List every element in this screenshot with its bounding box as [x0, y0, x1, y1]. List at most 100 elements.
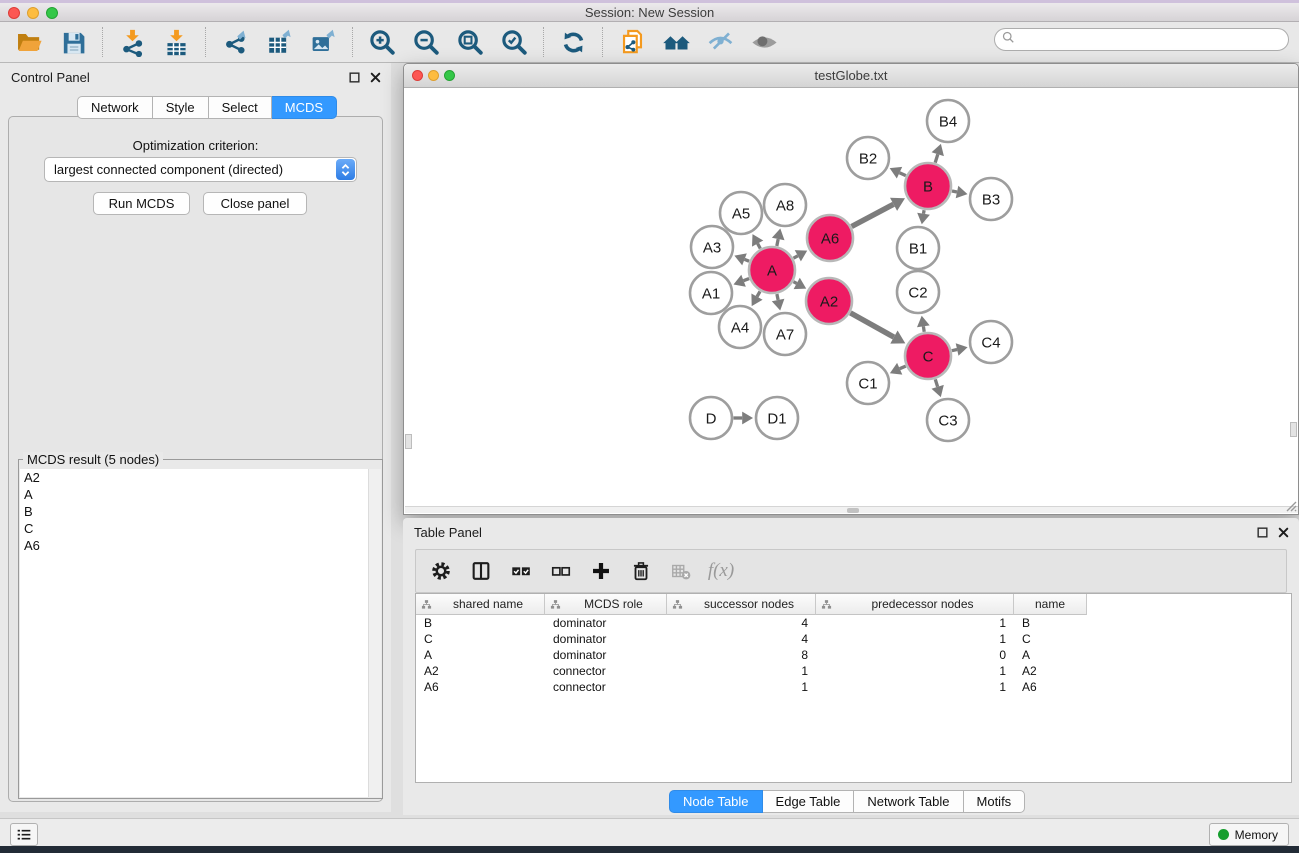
mcds-result-item[interactable]: A2: [20, 469, 381, 486]
mcds-result-item[interactable]: A6: [20, 537, 381, 554]
column-header-shared-name[interactable]: shared name: [416, 594, 545, 615]
zoom-selected-icon[interactable]: [497, 26, 531, 58]
export-table-icon[interactable]: [262, 26, 296, 58]
column-header-name[interactable]: name: [1014, 594, 1087, 615]
home-icon[interactable]: [659, 26, 693, 58]
graph-edge[interactable]: [794, 256, 798, 258]
graph-edge[interactable]: [757, 291, 760, 296]
hide-panels-icon[interactable]: [703, 26, 737, 58]
deselect-all-icon[interactable]: [548, 558, 574, 584]
column-header-MCDS-role[interactable]: MCDS role: [545, 594, 667, 615]
open-file-icon[interactable]: [12, 26, 46, 58]
criterion-select[interactable]: largest connected component (directed): [44, 157, 357, 182]
graph-node[interactable]: B3: [970, 178, 1012, 220]
zoom-out-icon[interactable]: [409, 26, 443, 58]
mcds-result-item[interactable]: A: [20, 486, 381, 503]
tab-edge-table[interactable]: Edge Table: [763, 790, 855, 813]
delete-icon[interactable]: [628, 558, 654, 584]
graph-edge[interactable]: [952, 350, 957, 351]
graph-edge[interactable]: [794, 282, 797, 284]
graph-node[interactable]: A7: [764, 313, 806, 355]
graph-edge[interactable]: [852, 204, 894, 226]
graph-edge[interactable]: [935, 154, 938, 162]
gear-icon[interactable]: [428, 558, 454, 584]
graph-node[interactable]: A3: [691, 226, 733, 268]
select-all-icon[interactable]: [508, 558, 534, 584]
export-network-icon[interactable]: [218, 26, 252, 58]
tab-network[interactable]: Network: [77, 96, 153, 119]
right-splitter-handle[interactable]: [1290, 422, 1297, 437]
import-table-icon[interactable]: [159, 26, 193, 58]
tab-network-table[interactable]: Network Table: [854, 790, 963, 813]
graph-edge[interactable]: [777, 294, 778, 300]
graph-edge[interactable]: [745, 259, 750, 261]
column-header-predecessor-nodes[interactable]: predecessor nodes: [816, 594, 1014, 615]
graph-node[interactable]: A: [749, 247, 795, 293]
graph-node[interactable]: C1: [847, 362, 889, 404]
tab-select[interactable]: Select: [209, 96, 272, 119]
horizontal-scrollbar[interactable]: [405, 506, 1298, 513]
show-panels-icon[interactable]: [747, 26, 781, 58]
graph-edge[interactable]: [900, 366, 906, 369]
add-column-icon[interactable]: [588, 558, 614, 584]
export-image-icon[interactable]: [306, 26, 340, 58]
tab-mcds[interactable]: MCDS: [272, 96, 337, 119]
mcds-result-item[interactable]: C: [20, 520, 381, 537]
graph-node[interactable]: C3: [927, 399, 969, 441]
columns-icon[interactable]: [468, 558, 494, 584]
column-header-successor-nodes[interactable]: successor nodes: [667, 594, 816, 615]
graph-node[interactable]: D: [690, 397, 732, 439]
zoom-in-icon[interactable]: [365, 26, 399, 58]
graph-edge[interactable]: [935, 379, 937, 386]
table-row[interactable]: Bdominator41B: [416, 615, 1291, 631]
graph-edge[interactable]: [777, 239, 778, 246]
float-table-panel-icon[interactable]: [1256, 526, 1269, 539]
task-history-button[interactable]: [10, 823, 38, 846]
graph-edge[interactable]: [923, 326, 924, 332]
graph-node[interactable]: A4: [719, 306, 761, 348]
close-panel-icon[interactable]: [369, 71, 382, 84]
mcds-result-item[interactable]: B: [20, 503, 381, 520]
graph-node[interactable]: A8: [764, 184, 806, 226]
network-clipboard-icon[interactable]: [615, 26, 649, 58]
close-table-panel-icon[interactable]: [1277, 526, 1290, 539]
graph-edge[interactable]: [900, 173, 906, 176]
search-field[interactable]: [994, 28, 1289, 51]
tab-style[interactable]: Style: [153, 96, 209, 119]
save-session-icon[interactable]: [56, 26, 90, 58]
graph-node[interactable]: A5: [720, 192, 762, 234]
search-input[interactable]: [1016, 29, 1288, 50]
graph-edge[interactable]: [744, 279, 750, 281]
float-panel-icon[interactable]: [348, 71, 361, 84]
tab-motifs[interactable]: Motifs: [964, 790, 1026, 813]
graph-node[interactable]: C: [905, 333, 951, 379]
resize-grip-icon[interactable]: [1284, 499, 1297, 512]
result-scrollbar[interactable]: [368, 469, 381, 797]
table-row[interactable]: A2connector11A2: [416, 663, 1291, 679]
run-mcds-button[interactable]: Run MCDS: [93, 192, 190, 215]
graph-node[interactable]: A1: [690, 272, 732, 314]
zoom-fit-icon[interactable]: [453, 26, 487, 58]
graph-node[interactable]: C4: [970, 321, 1012, 363]
horizontal-scrollbar-thumb[interactable]: [847, 508, 859, 513]
graph-node[interactable]: A2: [806, 278, 852, 324]
memory-button[interactable]: Memory: [1209, 823, 1289, 846]
graph-node[interactable]: B2: [847, 137, 889, 179]
mcds-result-list[interactable]: A2ABCA6: [20, 469, 381, 797]
table-row[interactable]: A6connector11A6: [416, 679, 1291, 695]
graph-edge[interactable]: [924, 210, 925, 214]
tab-node-table[interactable]: Node Table: [669, 790, 763, 813]
refresh-layout-icon[interactable]: [556, 26, 590, 58]
graph-edge[interactable]: [850, 313, 894, 337]
close-panel-button[interactable]: Close panel: [203, 192, 307, 215]
table-row[interactable]: Adominator80A: [416, 647, 1291, 663]
graph-node[interactable]: B1: [897, 227, 939, 269]
graph-node[interactable]: C2: [897, 271, 939, 313]
table-row[interactable]: Cdominator41C: [416, 631, 1291, 647]
network-window-titlebar[interactable]: testGlobe.txt: [404, 64, 1298, 88]
import-network-icon[interactable]: [115, 26, 149, 58]
graph-node[interactable]: D1: [756, 397, 798, 439]
left-splitter-handle[interactable]: [405, 434, 412, 449]
graph-node[interactable]: B4: [927, 100, 969, 142]
graph-edge[interactable]: [758, 244, 761, 249]
